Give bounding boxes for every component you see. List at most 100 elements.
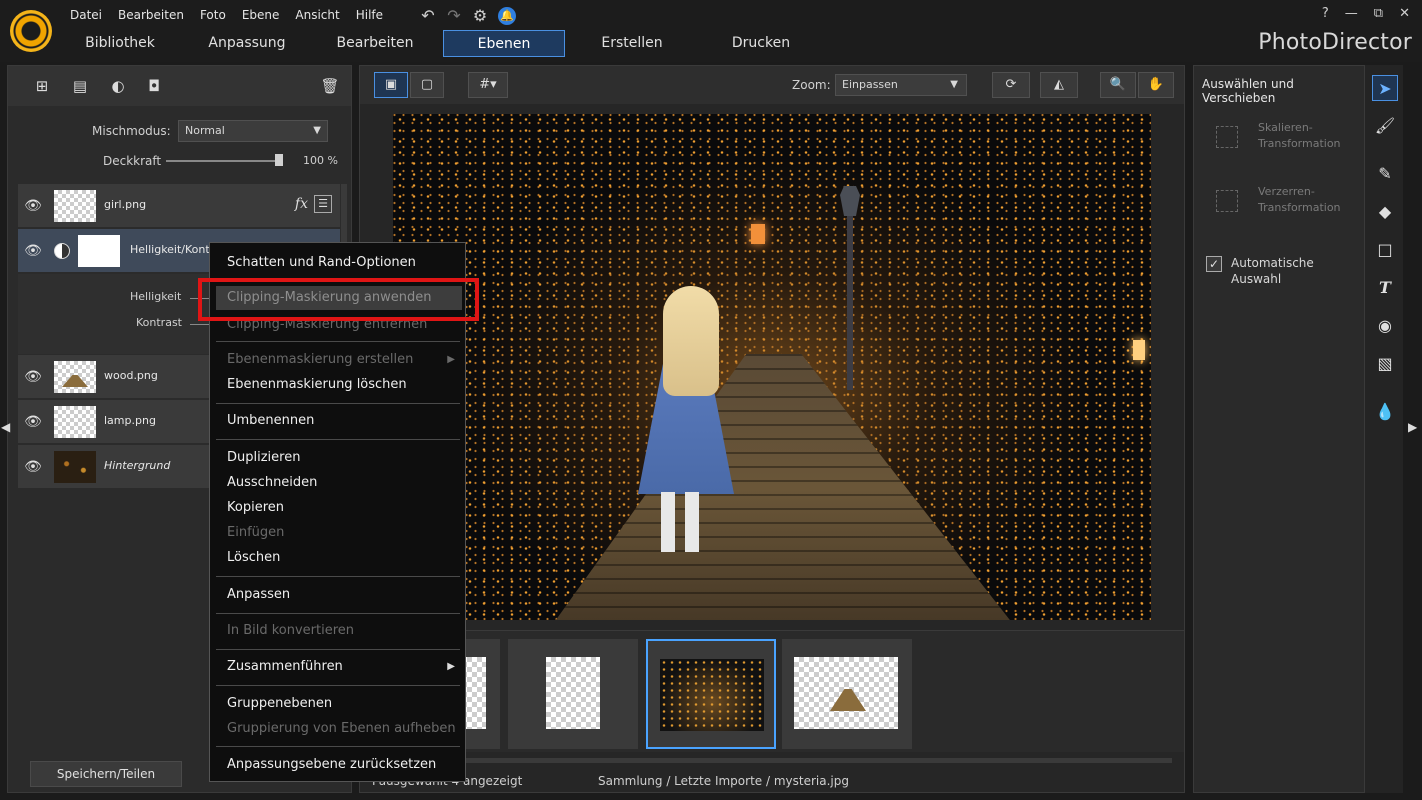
scale-transform-label: Skalieren-Transformation xyxy=(1258,121,1341,150)
tool-strip: ➤ 🖌 ✎ ◆ □ T ◉ ▧ 💧 xyxy=(1365,65,1403,793)
adjustment-layer-icon[interactable]: ◐ xyxy=(106,76,130,96)
menu-ansicht[interactable]: Ansicht xyxy=(287,7,347,23)
menu-item-merge[interactable]: Zusammenführen ▶ xyxy=(210,655,465,679)
opacity-value: 100 % xyxy=(303,154,338,167)
compare-view-button[interactable]: ▢ xyxy=(410,72,444,98)
select-move-tool-icon[interactable]: ➤ xyxy=(1372,75,1398,101)
settings-gear-icon[interactable]: ⚙ xyxy=(470,6,490,26)
save-share-button[interactable]: Speichern/Teilen xyxy=(30,761,182,787)
zoom-magnifier-icon[interactable]: 🔍 xyxy=(1100,72,1136,98)
distort-transform-icon xyxy=(1216,190,1238,212)
visibility-eye-icon[interactable]: 👁 xyxy=(24,242,42,260)
layer-row-girl[interactable]: 👁 girl.png fx ☰ xyxy=(18,184,340,228)
menu-bearbeiten[interactable]: Bearbeiten xyxy=(110,7,192,23)
layer-name: Helligkeit/Kont xyxy=(130,243,210,256)
blur-drop-tool-icon[interactable]: 💧 xyxy=(1372,399,1398,425)
fill-bucket-tool-icon[interactable]: ◉ xyxy=(1372,313,1398,339)
menu-datei[interactable]: Datei xyxy=(62,7,110,23)
tab-erstellen[interactable]: Erstellen xyxy=(573,30,691,57)
text-tool-icon[interactable]: T xyxy=(1372,275,1398,301)
rotate-icon[interactable]: ⟳ xyxy=(992,72,1030,98)
menu-hilfe[interactable]: Hilfe xyxy=(348,7,391,23)
undo-icon[interactable]: ↶ xyxy=(418,6,438,26)
restore-icon[interactable]: ⧉ xyxy=(1374,6,1383,21)
lamp-post xyxy=(847,192,853,390)
menu-item-paste[interactable]: Einfügen xyxy=(210,521,465,545)
scale-transform-option[interactable]: Skalieren-Transformation xyxy=(1204,116,1354,160)
brush-selection-tool-icon[interactable]: 🖌 xyxy=(1372,113,1398,139)
visibility-eye-icon[interactable]: 👁 xyxy=(24,458,42,476)
help-icon[interactable]: ? xyxy=(1322,6,1329,21)
rectangle-tool-icon[interactable]: □ xyxy=(1372,237,1398,263)
blend-mode-select[interactable]: Normal ▼ xyxy=(178,120,328,142)
menu-item-copy[interactable]: Kopieren xyxy=(210,496,465,520)
auto-select-checkbox[interactable]: ✓ xyxy=(1206,256,1222,272)
menu-item-delete[interactable]: Löschen xyxy=(210,546,465,570)
tab-bearbeiten[interactable]: Bearbeiten xyxy=(316,30,434,57)
menu-item-convert-to-image[interactable]: In Bild konvertieren xyxy=(210,619,465,643)
layer-settings-icon[interactable]: ☰ xyxy=(314,195,332,213)
single-view-button[interactable]: ▣ xyxy=(374,72,408,98)
photo-canvas[interactable] xyxy=(393,114,1151,620)
gradient-tool-icon[interactable]: ▧ xyxy=(1372,351,1398,377)
visibility-eye-icon[interactable]: 👁 xyxy=(24,197,42,215)
visibility-eye-icon[interactable]: 👁 xyxy=(24,413,42,431)
opacity-slider-thumb[interactable] xyxy=(275,154,283,166)
notification-bell-icon[interactable]: 🔔 xyxy=(498,7,516,25)
layer-name: Hintergrund xyxy=(104,459,171,472)
girl-hair xyxy=(663,286,719,396)
trash-icon[interactable]: 🗑 xyxy=(318,76,342,96)
contrast-slider[interactable] xyxy=(190,324,210,325)
zoom-select[interactable]: Einpassen ▼ xyxy=(835,74,967,96)
filmstrip-scrollbar[interactable] xyxy=(460,758,1172,763)
menu-item-label: Zusammenführen xyxy=(227,659,343,674)
pan-hand-icon[interactable]: ✋ xyxy=(1138,72,1174,98)
layer-name: wood.png xyxy=(104,369,158,382)
add-layer-icon[interactable]: ⊞ xyxy=(30,76,54,96)
menu-item-ungroup-layers[interactable]: Gruppierung von Ebenen aufheben xyxy=(210,717,465,741)
menu-separator xyxy=(216,439,460,440)
film-thumb-background[interactable] xyxy=(646,639,776,749)
visibility-eye-icon[interactable]: 👁 xyxy=(24,368,42,386)
menu-item-reset-adjustment-layer[interactable]: Anpassungsebene zurücksetzen xyxy=(210,753,465,777)
menu-separator xyxy=(216,685,460,686)
menu-item-create-layer-mask[interactable]: Ebenenmaskierung erstellen ▶ xyxy=(210,348,465,372)
menu-ebene[interactable]: Ebene xyxy=(234,7,288,23)
highlight-annotation-box xyxy=(198,278,479,321)
menu-item-duplicate[interactable]: Duplizieren xyxy=(210,446,465,470)
minimize-icon[interactable]: — xyxy=(1345,6,1358,21)
close-icon[interactable]: ✕ xyxy=(1399,6,1410,21)
distort-transform-option[interactable]: Verzerren-Transformation xyxy=(1204,180,1354,224)
collapse-left-panel-icon[interactable]: ◀ xyxy=(1,420,10,434)
fx-icon[interactable]: fx xyxy=(295,196,308,212)
menu-item-rename[interactable]: Umbenennen xyxy=(210,409,465,433)
layer-name: lamp.png xyxy=(104,414,156,427)
layer-name: girl.png xyxy=(104,198,147,211)
opacity-slider[interactable] xyxy=(166,160,280,162)
tab-bibliothek[interactable]: Bibliothek xyxy=(62,30,178,57)
layer-mask-icon[interactable]: ◘ xyxy=(142,76,166,96)
menu-foto[interactable]: Foto xyxy=(192,7,234,23)
scale-transform-icon xyxy=(1216,126,1238,148)
film-thumb-lamp[interactable] xyxy=(508,639,638,749)
tab-anpassung[interactable]: Anpassung xyxy=(188,30,306,57)
blend-mode-value: Normal xyxy=(185,124,225,137)
menu-item-shadow-border[interactable]: Schatten und Rand-Optionen xyxy=(210,251,465,275)
menu-item-adjust[interactable]: Anpassen xyxy=(210,583,465,607)
menu-item-cut[interactable]: Ausschneiden xyxy=(210,471,465,495)
tab-drucken[interactable]: Drucken xyxy=(702,30,820,57)
redo-icon[interactable]: ↷ xyxy=(444,6,464,26)
menu-separator xyxy=(216,403,460,404)
menu-item-delete-layer-mask[interactable]: Ebenenmaskierung löschen xyxy=(210,373,465,397)
film-thumb-wood[interactable] xyxy=(782,639,912,749)
menu-item-group-layers[interactable]: Gruppenebenen xyxy=(210,692,465,716)
layer-menu-icon[interactable]: ▤ xyxy=(68,76,92,96)
grid-button[interactable]: #▾ xyxy=(468,72,508,98)
collapse-right-panel-icon[interactable]: ▶ xyxy=(1408,420,1417,434)
flip-icon[interactable]: ◭ xyxy=(1040,72,1078,98)
tab-ebenen[interactable]: Ebenen xyxy=(443,30,565,57)
pen-tool-icon[interactable]: ✎ xyxy=(1372,161,1398,187)
panel-title: Auswählen und Verschieben xyxy=(1202,77,1294,105)
contrast-label: Kontrast xyxy=(136,316,182,329)
eraser-tool-icon[interactable]: ◆ xyxy=(1372,199,1398,225)
